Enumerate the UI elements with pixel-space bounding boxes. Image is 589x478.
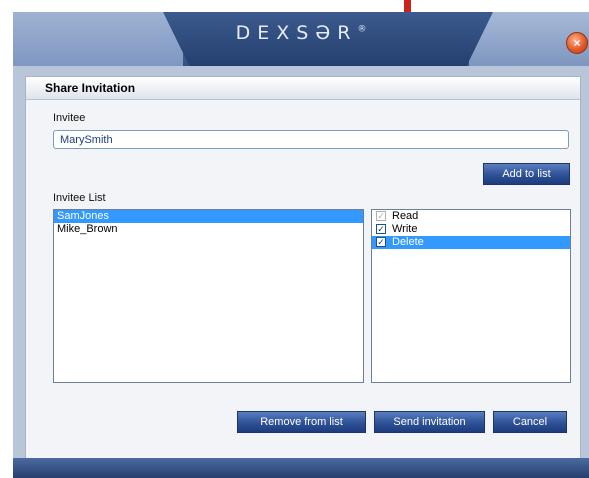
- invitee-items: SamJones Mike_Brown: [54, 210, 363, 236]
- invitee-list-item[interactable]: SamJones: [54, 210, 363, 223]
- send-invitation-button[interactable]: Send invitation: [374, 411, 485, 433]
- permission-label: Write: [392, 223, 418, 235]
- invitee-listbox[interactable]: SamJones Mike_Brown: [53, 209, 364, 383]
- brand-text: DEXSƏR: [235, 22, 358, 44]
- invitee-label: Invitee: [53, 112, 86, 124]
- panel-header: Share Invitation: [26, 77, 580, 100]
- share-invitation-panel: Share Invitation Invitee Add to list Inv…: [25, 76, 581, 466]
- invitee-input[interactable]: [53, 130, 569, 149]
- permission-label: Delete: [392, 236, 424, 248]
- checkbox-icon[interactable]: ✓: [376, 237, 386, 247]
- panel-title: Share Invitation: [45, 81, 136, 95]
- permissions-listbox[interactable]: ✓ Read ✓ Write ✓ Delete: [371, 209, 571, 383]
- permission-label: Read: [392, 210, 419, 222]
- title-bar: DEXSƏR® ×: [13, 12, 589, 66]
- checkbox-icon: ✓: [376, 211, 386, 221]
- close-icon[interactable]: ×: [566, 32, 588, 54]
- invitee-list-label: Invitee List: [53, 192, 106, 204]
- permission-item[interactable]: ✓ Write: [372, 223, 570, 236]
- permission-items: ✓ Read ✓ Write ✓ Delete: [372, 210, 570, 249]
- checkbox-icon[interactable]: ✓: [376, 224, 386, 234]
- invitee-list-item[interactable]: Mike_Brown: [54, 223, 363, 236]
- brand-logo: DEXSƏR®: [13, 22, 589, 44]
- permission-item[interactable]: ✓ Delete: [372, 236, 570, 249]
- registered-mark: ®: [357, 24, 367, 35]
- add-to-list-button[interactable]: Add to list: [483, 163, 570, 185]
- permission-item[interactable]: ✓ Read: [372, 210, 570, 223]
- remove-from-list-button[interactable]: Remove from list: [237, 411, 366, 433]
- cancel-button[interactable]: Cancel: [493, 411, 567, 433]
- bottom-bar: [13, 458, 589, 478]
- app-window: DEXSƏR® × Share Invitation Invitee Add t…: [13, 12, 589, 478]
